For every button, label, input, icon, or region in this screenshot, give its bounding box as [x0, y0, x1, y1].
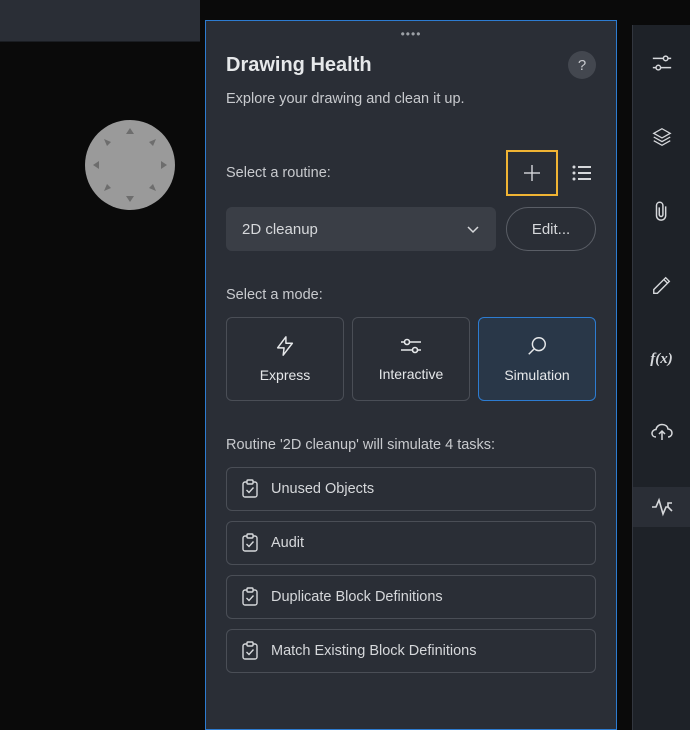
routine-dropdown-value: 2D cleanup [242, 221, 318, 238]
routine-dropdown[interactable]: 2D cleanup [226, 207, 496, 251]
layers-icon [651, 126, 673, 148]
view-navigation-disc[interactable] [85, 120, 175, 210]
help-button[interactable]: ? [568, 51, 596, 79]
rail-item-layers[interactable] [633, 117, 690, 157]
drawing-health-panel: •••• Drawing Health ? Explore your drawi… [205, 20, 617, 730]
cloud-upload-icon [650, 423, 674, 443]
health-pulse-icon [650, 496, 674, 518]
rail-item-annotate[interactable] [633, 265, 690, 305]
mode-tile-express[interactable]: Express [226, 317, 344, 401]
list-icon [571, 162, 593, 184]
routine-label: Select a routine: [226, 165, 331, 181]
mode-label-express: Express [260, 367, 311, 383]
task-label: Audit [271, 535, 304, 551]
mode-tile-interactive[interactable]: Interactive [352, 317, 470, 401]
plus-icon [520, 161, 544, 185]
clipboard-check-icon [241, 641, 259, 661]
clipboard-check-icon [241, 587, 259, 607]
task-item[interactable]: Unused Objects [226, 467, 596, 511]
sliders-icon [651, 53, 673, 73]
mode-label-simulation: Simulation [504, 367, 569, 383]
paperclip-icon [652, 200, 672, 222]
mode-label-interactive: Interactive [379, 366, 444, 382]
magnifier-icon [526, 335, 548, 357]
task-label: Match Existing Block Definitions [271, 643, 477, 659]
drawing-canvas[interactable] [0, 45, 200, 730]
edit-routine-button[interactable]: Edit... [506, 207, 596, 251]
task-item[interactable]: Duplicate Block Definitions [226, 575, 596, 619]
task-item[interactable]: Match Existing Block Definitions [226, 629, 596, 673]
clipboard-check-icon [241, 479, 259, 499]
add-routine-button[interactable] [506, 150, 558, 196]
lightning-icon [274, 335, 296, 357]
right-sidebar: f(x) [632, 25, 690, 730]
app-top-strip [0, 0, 200, 42]
task-label: Unused Objects [271, 481, 374, 497]
list-view-button[interactable] [568, 159, 596, 187]
rail-item-attachment[interactable] [633, 191, 690, 231]
panel-title: Drawing Health [226, 54, 372, 77]
edit-button-label: Edit... [532, 221, 570, 238]
pencil-ruler-icon [651, 274, 673, 296]
task-label: Duplicate Block Definitions [271, 589, 443, 605]
rail-item-cloud[interactable] [633, 413, 690, 453]
fx-icon: f(x) [650, 351, 673, 368]
sliders-icon [399, 336, 423, 356]
mode-label: Select a mode: [226, 287, 596, 303]
mode-tile-simulation[interactable]: Simulation [478, 317, 596, 401]
panel-drag-handle[interactable]: •••• [401, 27, 422, 41]
tasks-header: Routine '2D cleanup' will simulate 4 tas… [226, 437, 596, 453]
rail-item-health[interactable] [633, 487, 690, 527]
rail-item-settings[interactable] [633, 43, 690, 83]
clipboard-check-icon [241, 533, 259, 553]
rail-item-fx[interactable]: f(x) [633, 339, 690, 379]
task-item[interactable]: Audit [226, 521, 596, 565]
chevron-down-icon [466, 222, 480, 236]
panel-subtitle: Explore your drawing and clean it up. [226, 91, 596, 107]
